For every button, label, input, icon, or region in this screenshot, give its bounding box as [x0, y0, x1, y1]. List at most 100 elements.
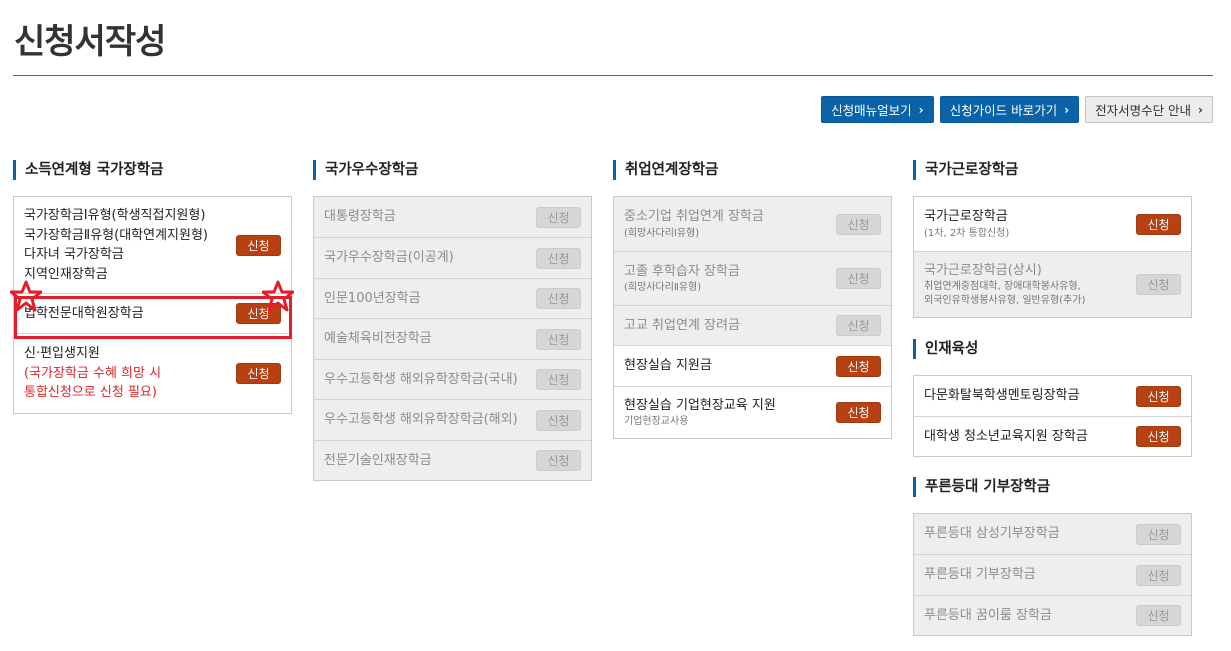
item-label: 우수고등학생 해외유학장학금(국내): [324, 371, 518, 387]
scholarship-list: 푸른등대 삼성기부장학금 신청 푸른등대 기부장학금 신청 푸른등대 꿈이룸 장…: [913, 513, 1192, 636]
item-label-line: 국가근로장학금(상시): [924, 262, 1042, 278]
section-heading: 인재육성: [913, 339, 1192, 359]
item-sub-label: (1차, 2차 통합신청): [924, 227, 1010, 239]
item-label-line: 국가장학금Ⅱ유형(대학연계지원형): [24, 227, 208, 243]
item-label-line: 국가근로장학금: [924, 209, 1008, 225]
item-sub-label: 기업현장교사용: [624, 416, 689, 428]
item-label: 대학생 청소년교육지원 장학금: [924, 428, 1088, 444]
item-label: 국가근로장학금(상시) 취업연계중점대학, 장애대학봉사유형, 외국인유학생봉사…: [924, 261, 1085, 309]
section-heading: 푸른등대 기부장학금: [913, 477, 1192, 497]
apply-button[interactable]: 신청: [1136, 605, 1181, 626]
page-title: 신청서작성: [14, 22, 166, 62]
section-heading: 국가우수장학금: [313, 160, 592, 180]
item-label: 예술체육비전장학금: [324, 331, 432, 347]
apply-button[interactable]: 신청: [1136, 213, 1181, 235]
section-heading: 소득연계형 국가장학금: [13, 160, 292, 180]
list-item: 푸른등대 꿈이룸 장학금 신청: [914, 595, 1191, 635]
item-sub-label: 취업연계중점대학, 장애대학봉사유형, 외국인유학생봉사유형, 일반유형(추가): [924, 280, 1085, 308]
item-label: 푸른등대 꿈이룸 장학금: [924, 607, 1052, 623]
apply-button[interactable]: 신청: [536, 409, 581, 431]
scholarship-list: 국가장학금Ⅰ유형(학생직접지원형) 국가장학금Ⅱ유형(대학연계지원형) 다자녀 …: [13, 196, 292, 414]
item-label: 중소기업 취업연계 장학금 (희망사다리Ⅰ유형): [624, 207, 764, 241]
apply-button[interactable]: 신청: [1136, 523, 1181, 545]
column-national-excellence: 국가우수장학금 대통령장학금 신청 국가우수장학금(이공계) 신청 인문100년…: [313, 160, 592, 481]
list-item: 고졸 후학습자 장학금 (희망사다리Ⅱ유형) 신청: [614, 251, 891, 305]
list-item: 현장실습 기업현장교육 지원 기업현장교사용 신청: [614, 386, 891, 438]
section-heading: 취업연계장학금: [613, 160, 892, 180]
item-label: 현장실습 기업현장교육 지원 기업현장교사용: [624, 396, 776, 430]
star-icon: [10, 280, 42, 312]
item-label: 전문기술인재장학금: [324, 452, 432, 468]
scholarship-list: 국가근로장학금 (1차, 2차 통합신청) 신청 국가근로장학금(상시) 취업연…: [913, 196, 1192, 318]
list-item: 법학전문대학원장학금 신청: [14, 293, 291, 333]
section-heading: 국가근로장학금: [913, 160, 1192, 180]
item-label: 우수고등학생 해외유학장학금(해외): [324, 412, 518, 428]
apply-button[interactable]: 신청: [536, 288, 581, 309]
item-label: 대통령장학금: [324, 209, 396, 225]
apply-button[interactable]: 신청: [236, 363, 281, 384]
list-item: 중소기업 취업연계 장학금 (희망사다리Ⅰ유형) 신청: [614, 197, 891, 251]
manual-view-button[interactable]: 신청매뉴얼보기 ›: [821, 96, 934, 123]
scholarship-list: 다문화탈북학생멘토링장학금 신청 대학생 청소년교육지원 장학금 신청: [913, 375, 1192, 457]
list-item: 푸른등대 삼성기부장학금 신청: [914, 514, 1191, 554]
list-item: 고교 취업연계 장려금 신청: [614, 305, 891, 345]
item-label: 국가장학금Ⅰ유형(학생직접지원형) 국가장학금Ⅱ유형(대학연계지원형) 다자녀 …: [24, 206, 208, 284]
item-label-line: 현장실습 기업현장교육 지원: [624, 397, 776, 413]
list-item: 국가근로장학금(상시) 취업연계중점대학, 장애대학봉사유형, 외국인유학생봉사…: [914, 251, 1191, 317]
column-income-linked: 소득연계형 국가장학금 국가장학금Ⅰ유형(학생직접지원형) 국가장학금Ⅱ유형(대…: [13, 160, 292, 414]
chevron-right-icon: ›: [918, 102, 924, 117]
list-item: 대학생 청소년교육지원 장학금 신청: [914, 416, 1191, 456]
scholarship-list: 중소기업 취업연계 장학금 (희망사다리Ⅰ유형) 신청 고졸 후학습자 장학금 …: [613, 196, 892, 439]
chevron-right-icon: ›: [1064, 102, 1070, 117]
esign-guide-button[interactable]: 전자서명수단 안내 ›: [1085, 96, 1213, 123]
apply-button[interactable]: 신청: [836, 315, 881, 336]
apply-button[interactable]: 신청: [1136, 274, 1181, 295]
column-work-study: 국가근로장학금 국가근로장학금 (1차, 2차 통합신청) 신청 국가근로장학금…: [913, 160, 1192, 636]
apply-button[interactable]: 신청: [536, 369, 581, 390]
manual-view-label: 신청매뉴얼보기: [831, 103, 912, 118]
item-label: 푸른등대 기부장학금: [924, 567, 1036, 583]
list-item: 현장실습 지원금 신청: [614, 345, 891, 386]
item-label-line: 지역인재장학금: [24, 266, 108, 282]
item-sub-label: (희망사다리Ⅱ유형): [624, 282, 702, 294]
item-label: 고교 취업연계 장려금: [624, 317, 740, 333]
apply-button[interactable]: 신청: [536, 247, 581, 269]
apply-button[interactable]: 신청: [1136, 385, 1181, 407]
list-item: 국가근로장학금 (1차, 2차 통합신청) 신청: [914, 197, 1191, 251]
star-icon: [262, 280, 294, 312]
list-item: 다문화탈북학생멘토링장학금 신청: [914, 376, 1191, 416]
apply-button[interactable]: 신청: [1136, 564, 1181, 586]
list-item: 국가우수장학금(이공계) 신청: [314, 237, 591, 278]
apply-button[interactable]: 신청: [236, 234, 281, 256]
list-item: 신·편입생지원 (국가장학금 수혜 희망 시 통합신청으로 신청 필요) 신청: [14, 333, 291, 413]
item-label: 푸른등대 삼성기부장학금: [924, 526, 1060, 542]
item-label: 국가근로장학금 (1차, 2차 통합신청): [924, 207, 1009, 241]
item-label: 신·편입생지원 (국가장학금 수혜 희망 시 통합신청으로 신청 필요): [24, 344, 161, 403]
item-label-line: 중소기업 취업연계 장학금: [624, 209, 764, 225]
apply-button[interactable]: 신청: [536, 450, 581, 471]
list-item: 우수고등학생 해외유학장학금(해외) 신청: [314, 399, 591, 440]
column-employment-linked: 취업연계장학금 중소기업 취업연계 장학금 (희망사다리Ⅰ유형) 신청 고졸 후…: [613, 160, 892, 439]
item-sub-line: 취업연계중점대학, 장애대학봉사유형,: [924, 281, 1081, 293]
item-note-line: 통합신청으로 신청 필요): [24, 385, 157, 401]
apply-button[interactable]: 신청: [836, 268, 881, 289]
apply-button[interactable]: 신청: [1136, 426, 1181, 447]
item-label-line: 고졸 후학습자 장학금: [624, 263, 740, 279]
guide-link-button[interactable]: 신청가이드 바로가기 ›: [939, 96, 1080, 123]
chevron-right-icon: ›: [1198, 102, 1203, 117]
item-sub-label: (희망사다리Ⅰ유형): [624, 227, 700, 239]
item-label: 국가우수장학금(이공계): [324, 250, 454, 266]
item-label-line: 다자녀 국가장학금: [24, 247, 124, 262]
title-divider: [13, 75, 1213, 76]
apply-button[interactable]: 신청: [836, 355, 881, 377]
apply-button[interactable]: 신청: [536, 206, 581, 228]
list-item: 전문기술인재장학금 신청: [314, 440, 591, 480]
list-item: 인문100년장학금 신청: [314, 278, 591, 318]
guide-link-label: 신청가이드 바로가기: [949, 103, 1058, 118]
apply-button[interactable]: 신청: [836, 402, 881, 423]
item-label: 다문화탈북학생멘토링장학금: [924, 388, 1080, 404]
apply-button[interactable]: 신청: [836, 213, 881, 235]
apply-button[interactable]: 신청: [536, 328, 581, 350]
item-sub-line: 외국인유학생봉사유형, 일반유형(추가): [924, 295, 1086, 307]
scholarship-list: 대통령장학금 신청 국가우수장학금(이공계) 신청 인문100년장학금 신청 예…: [313, 196, 592, 481]
